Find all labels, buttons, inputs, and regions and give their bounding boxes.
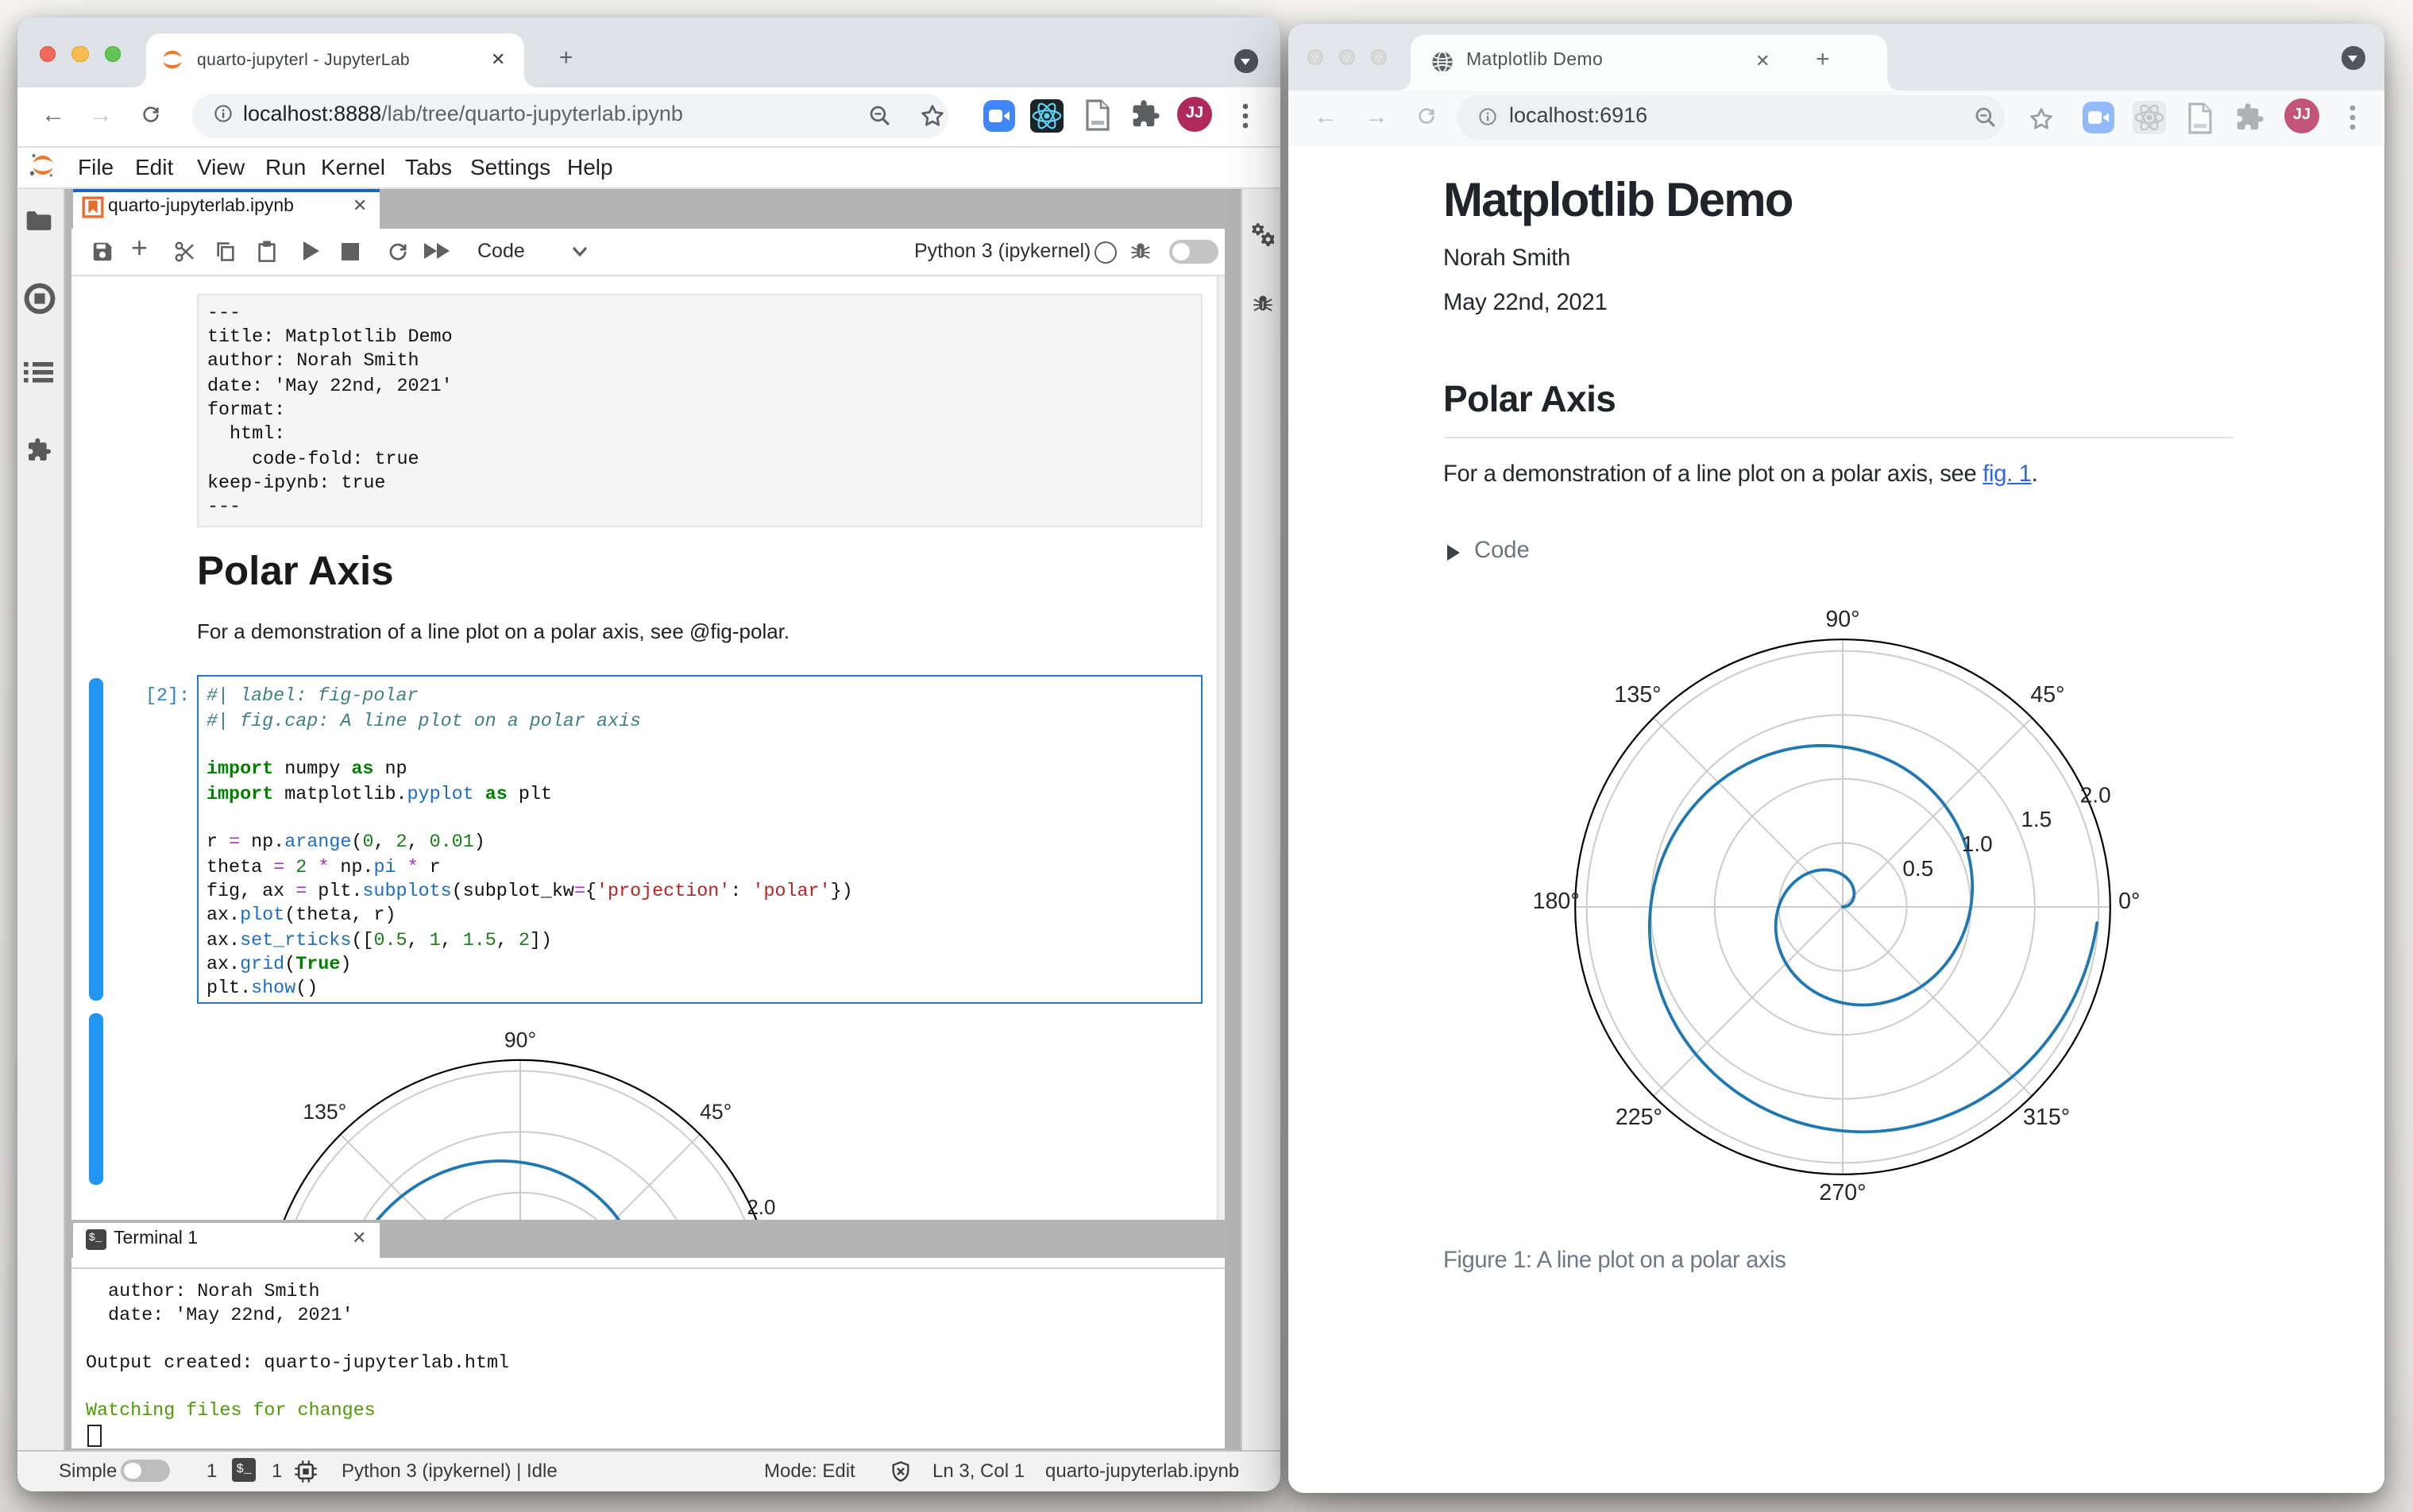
svg-text:45°: 45° — [699, 1099, 731, 1123]
svg-text:0°: 0° — [2118, 888, 2140, 913]
svg-text:270°: 270° — [1819, 1179, 1866, 1205]
svg-text:90°: 90° — [1825, 606, 1859, 631]
svg-text:1.5: 1.5 — [2021, 806, 2052, 831]
svg-text:225°: 225° — [1616, 1104, 1662, 1129]
svg-text:2.0: 2.0 — [746, 1194, 774, 1218]
svg-text:180°: 180° — [1533, 888, 1580, 913]
svg-text:1.0: 1.0 — [1962, 831, 1993, 855]
svg-text:1.5: 1.5 — [690, 1217, 719, 1220]
svg-text:45°: 45° — [2030, 681, 2064, 707]
svg-text:135°: 135° — [1614, 681, 1661, 707]
svg-text:0.5: 0.5 — [1902, 855, 1933, 880]
svg-text:135°: 135° — [302, 1099, 346, 1123]
svg-text:2.0: 2.0 — [2080, 781, 2111, 806]
svg-text:90°: 90° — [504, 1027, 535, 1051]
svg-text:315°: 315° — [2023, 1104, 2070, 1129]
